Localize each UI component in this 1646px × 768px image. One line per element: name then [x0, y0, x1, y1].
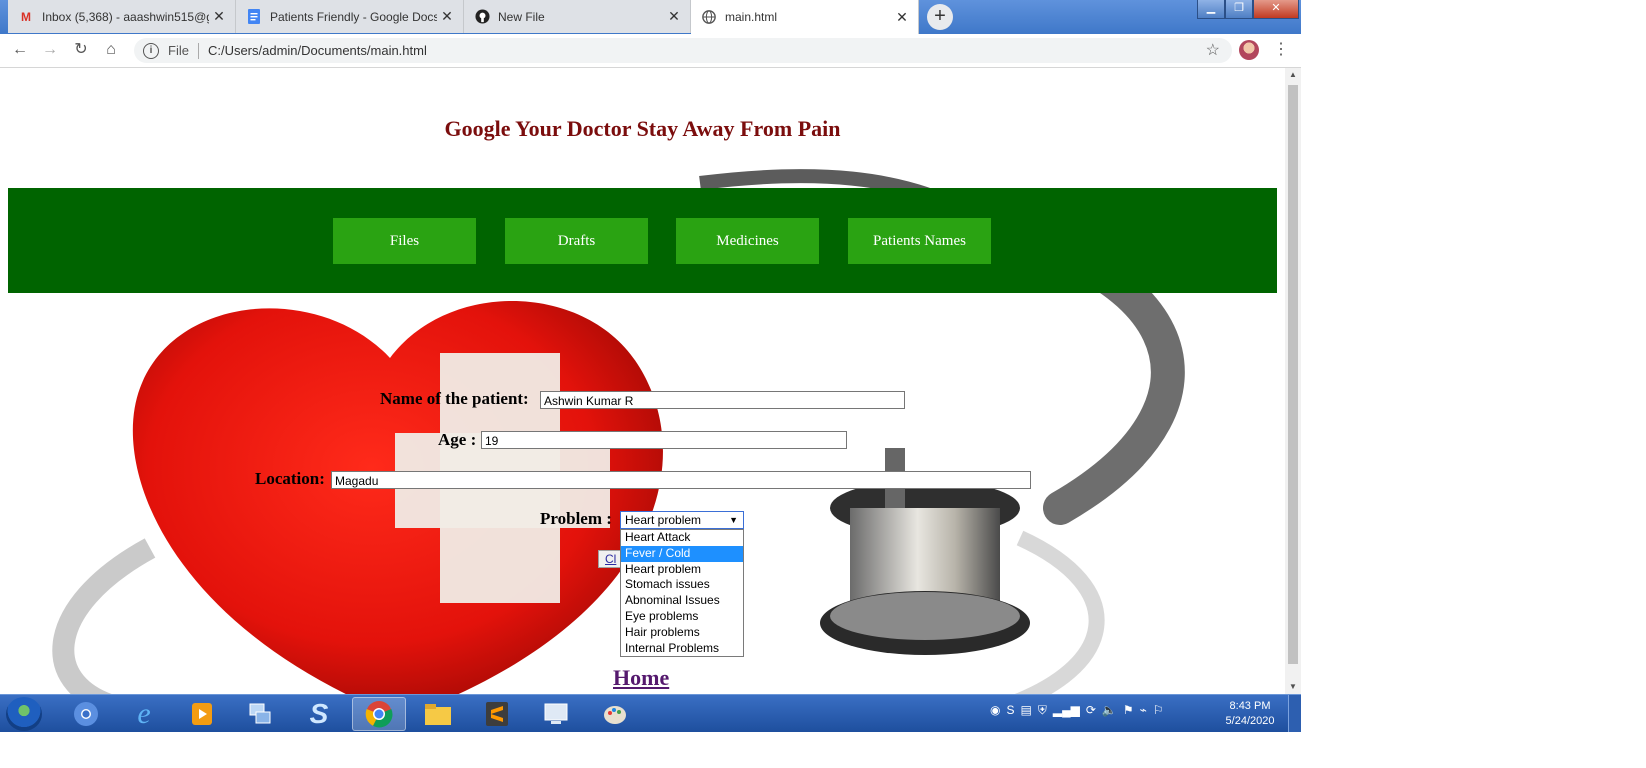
page-title: Google Your Doctor Stay Away From Pain [444, 116, 841, 141]
nav-drafts-button[interactable]: Drafts [505, 218, 648, 264]
close-tab-icon[interactable]: ✕ [437, 8, 457, 25]
media-player-taskbar-icon[interactable] [175, 697, 229, 731]
globe-icon [701, 9, 717, 25]
problem-option[interactable]: Eye problems [621, 609, 743, 625]
problem-option[interactable]: Stomach issues [621, 577, 743, 593]
nav-bar: Files Drafts Medicines Patients Names [8, 188, 1277, 293]
tab-github-new-file[interactable]: New File ✕ [464, 0, 691, 33]
remote-desktop-taskbar-icon[interactable] [529, 697, 583, 731]
problem-option[interactable]: Abnominal Issues [621, 593, 743, 609]
location-label: Location: [255, 469, 325, 488]
chrome-taskbar-icon[interactable] [352, 697, 406, 731]
patient-name-label: Name of the patient: [380, 389, 529, 408]
tab-title: Patients Friendly - Google Docs [270, 9, 437, 24]
home-icon[interactable]: ⌂ [101, 40, 121, 60]
file-explorer-taskbar-icon[interactable] [411, 697, 465, 731]
browser-window: M Inbox (5,368) - aaashwin515@gm ✕ Patie… [0, 0, 1301, 732]
tab-title: Inbox (5,368) - aaashwin515@gm [42, 9, 209, 24]
address-divider [197, 42, 199, 59]
problem-option-highlighted[interactable]: Fever / Cold [621, 545, 743, 562]
problem-options-list: Heart Attack Fever / Cold Heart problem … [620, 529, 744, 658]
back-arrow-icon[interactable]: ← [10, 40, 30, 60]
clock-date: 5/24/2020 [1225, 715, 1275, 727]
age-label: Age : [438, 430, 477, 449]
browser-toolbar: ← → ↻ ⌂ i File C:/Users/admin/Documents/… [0, 34, 1301, 68]
profile-avatar[interactable] [1239, 40, 1259, 60]
tray-action-center-icon[interactable]: ⚐ [1153, 703, 1164, 718]
internet-explorer-taskbar-icon[interactable]: e [117, 697, 171, 731]
tray-power-icon[interactable]: ⌁ [1140, 703, 1147, 718]
tab-main-html[interactable]: main.html ✕ [691, 0, 919, 34]
scroll-down-arrow-icon[interactable]: ▼ [1285, 680, 1301, 694]
close-tab-icon[interactable]: ✕ [892, 9, 912, 26]
new-tab-button[interactable]: + [927, 4, 953, 30]
reload-icon[interactable]: ↻ [71, 40, 91, 60]
dropdown-arrow-icon: ▼ [729, 515, 738, 525]
network-computer-taskbar-icon[interactable] [233, 697, 287, 731]
close-tab-icon[interactable]: ✕ [664, 8, 684, 25]
problem-option[interactable]: Hair problems [621, 625, 743, 641]
problem-option[interactable]: Internal Problems [621, 641, 743, 657]
problem-label: Problem : [540, 509, 612, 528]
home-link[interactable]: Home [613, 665, 669, 691]
minimize-button[interactable]: ▁ [1197, 0, 1225, 19]
sublime-text-taskbar-icon[interactable] [470, 697, 524, 731]
nav-medicines-button[interactable]: Medicines [676, 218, 819, 264]
protocol-label: File [168, 43, 189, 58]
scroll-up-arrow-icon[interactable]: ▲ [1285, 68, 1301, 82]
address-bar[interactable]: i File C:/Users/admin/Documents/main.htm… [134, 38, 1232, 63]
window-close-button[interactable]: ✕ [1253, 0, 1299, 19]
clock-time: 8:43 PM [1229, 700, 1271, 712]
tab-gmail[interactable]: M Inbox (5,368) - aaashwin515@gm ✕ [8, 0, 236, 33]
gmail-icon: M [21, 9, 31, 24]
tray-sync-icon[interactable]: ⟳ [1086, 703, 1096, 718]
tray-s-icon[interactable]: S [1006, 703, 1014, 718]
patient-name-input[interactable]: Ashwin Kumar R [540, 391, 905, 409]
tray-flag-icon[interactable]: ⚑ [1123, 703, 1134, 718]
problem-option[interactable]: Heart Attack [621, 530, 743, 546]
tray-app-icon[interactable]: ◉ [990, 703, 1000, 718]
github-icon [474, 9, 490, 25]
chromium-taskbar-icon[interactable] [59, 697, 113, 731]
page-viewport: Google Your Doctor Stay Away From Pain F… [0, 68, 1285, 694]
docs-icon [246, 9, 262, 25]
forward-arrow-icon[interactable]: → [40, 40, 60, 60]
page-scrollbar[interactable]: ▲ ▼ [1285, 68, 1301, 694]
problem-option[interactable]: Heart problem [621, 562, 743, 578]
location-input[interactable]: Magadu [331, 471, 1031, 489]
tray-signal-icon[interactable]: ▂▄▆ [1053, 703, 1080, 718]
tray-volume-icon[interactable]: 🔈 [1102, 703, 1117, 718]
nav-files-button[interactable]: Files [333, 218, 476, 264]
s-app-taskbar-icon[interactable]: S [292, 697, 346, 731]
close-tab-icon[interactable]: ✕ [209, 8, 229, 25]
tray-shield-icon[interactable]: ⛨ [1038, 703, 1047, 718]
system-tray: ◉ S ▤ ⛨ ▂▄▆ ⟳ 🔈 ⚑ ⌁ ⚐ [990, 703, 1164, 718]
tab-google-docs[interactable]: Patients Friendly - Google Docs ✕ [236, 0, 464, 33]
problem-select[interactable]: Heart problem ▼ [620, 511, 744, 529]
start-button[interactable] [6, 697, 42, 731]
tray-network-icon[interactable]: ▤ [1021, 703, 1032, 718]
tab-title: New File [498, 9, 545, 24]
show-desktop-button[interactable] [1288, 695, 1301, 732]
tab-strip: M Inbox (5,368) - aaashwin515@gm ✕ Patie… [0, 0, 1301, 34]
tab-title: main.html [725, 10, 778, 24]
age-input[interactable]: 19 [481, 431, 847, 449]
scrollbar-thumb[interactable] [1288, 85, 1298, 664]
url-text[interactable]: C:/Users/admin/Documents/main.html [208, 43, 427, 58]
bookmark-star-icon[interactable]: ☆ [1206, 40, 1220, 60]
windows-taskbar: e S ◉ S ▤ ⛨ ▂▄▆ ⟳ 🔈 ⚑ ⌁ ⚐ 8:43 PM 5/24/2… [0, 694, 1301, 732]
site-info-icon[interactable]: i [143, 42, 159, 59]
nav-patients-names-button[interactable]: Patients Names [848, 218, 991, 264]
problem-selected-value: Heart problem [625, 513, 702, 527]
paint-taskbar-icon[interactable] [588, 697, 642, 731]
restore-button[interactable]: ❐ [1225, 0, 1253, 19]
window-controls: ▁ ❐ ✕ [1197, 0, 1299, 19]
taskbar-clock[interactable]: 8:43 PM 5/24/2020 [1220, 699, 1280, 729]
menu-kebab-icon[interactable]: ⋮ [1273, 40, 1289, 60]
